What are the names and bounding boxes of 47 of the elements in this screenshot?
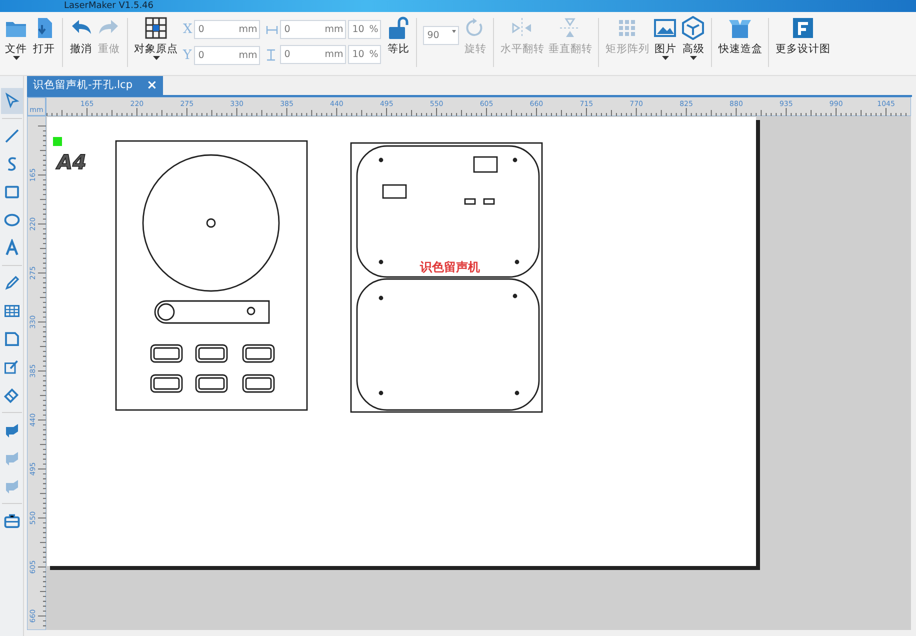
window-title: LaserMaker V1.5.46	[0, 0, 916, 12]
line-icon	[2, 127, 20, 145]
document-tab[interactable]: 识色留声机-开孔.lcp ×	[27, 76, 164, 95]
toolbar-button[interactable]: 打开	[30, 16, 58, 75]
caret-icon	[152, 56, 160, 60]
toolbar-button[interactable]: 快速造盒	[716, 16, 764, 75]
unit-label: mm	[238, 23, 258, 38]
caret-icon	[662, 56, 669, 60]
toolbar-button[interactable]: 等比	[384, 16, 412, 75]
toolbar-button[interactable]: 对象原点	[132, 16, 180, 75]
toolbar-button[interactable]: 更多设计图	[773, 16, 832, 75]
marker-square	[53, 137, 62, 146]
axis-label: Y	[183, 46, 192, 64]
angle-field[interactable]: 90	[423, 26, 460, 45]
toolbar-button[interactable]: 图片	[651, 16, 680, 75]
unit-label: mm	[238, 48, 258, 63]
width-icon	[266, 24, 278, 34]
picture-icon	[653, 16, 678, 40]
pointer-icon	[2, 92, 20, 110]
rectangle-icon	[2, 183, 20, 201]
close-button[interactable]: ×	[146, 76, 158, 96]
tool-button[interactable]	[0, 88, 22, 114]
table-icon	[2, 302, 20, 320]
height-icon	[266, 48, 276, 60]
page-size-label: A4	[57, 150, 86, 174]
axis-label: X	[183, 21, 192, 39]
edit-icon	[2, 358, 20, 376]
caret-icon	[690, 56, 697, 60]
cube-icon	[681, 16, 706, 40]
caret-icon	[12, 56, 20, 60]
toolbar-button[interactable]: 撤消	[67, 16, 95, 75]
toolbox-icon	[2, 512, 20, 530]
letter-a-icon	[2, 239, 20, 257]
unit-label: %	[369, 23, 378, 37]
padlock-icon	[386, 16, 410, 40]
ellipse-icon	[2, 211, 20, 229]
grid-icon	[144, 16, 168, 40]
caret-icon	[452, 30, 456, 33]
toolbar-button[interactable]: 高级	[679, 16, 708, 75]
unit-label: mm	[324, 48, 344, 62]
unit-label: %	[369, 48, 378, 62]
pencil-icon	[2, 274, 20, 292]
toolbar-button[interactable]: 文件	[2, 16, 30, 75]
unit-label: mm	[324, 23, 344, 37]
tab-title: 识色留声机-开孔.lcp	[33, 78, 132, 93]
engraving-text: 识色留声机	[420, 260, 480, 274]
eraser-icon	[2, 386, 20, 404]
